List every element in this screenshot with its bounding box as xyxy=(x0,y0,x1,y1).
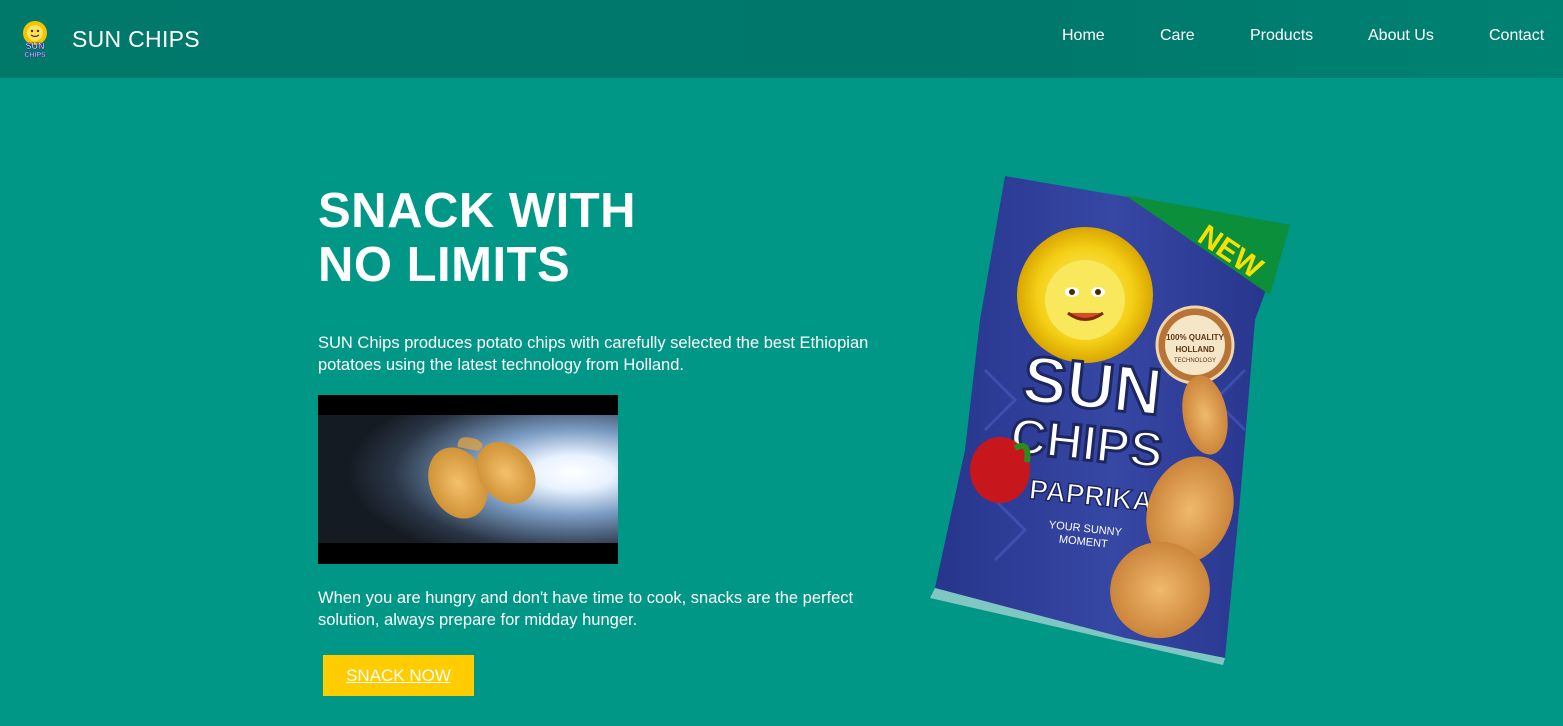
nav-products[interactable]: Products xyxy=(1250,27,1313,45)
brand[interactable]: SUN CHIPS SUN CHIPS xyxy=(14,18,200,60)
snack-now-button[interactable]: SNACK NOW xyxy=(323,655,474,696)
nav-about-us[interactable]: About Us xyxy=(1368,27,1434,45)
seal-line-2: HOLLAND xyxy=(1175,345,1214,354)
logo-text-top: SUN xyxy=(25,41,44,51)
nav-care[interactable]: Care xyxy=(1160,27,1195,45)
product-bag-image: NEW 100% QUALITY HOLLAND TECHNOLOGY SUN … xyxy=(925,170,1305,665)
navbar: SUN CHIPS SUN CHIPS Home Care Products A… xyxy=(0,0,1563,78)
seal-line-3: TECHNOLOGY xyxy=(1174,358,1216,364)
hero-title-line-1: SNACK WITH xyxy=(318,184,637,238)
sun-chips-logo: SUN CHIPS xyxy=(23,21,47,59)
nav-home[interactable]: Home xyxy=(1062,27,1105,45)
promo-video[interactable] xyxy=(318,395,618,564)
hero-title: SNACK WITH NO LIMITS xyxy=(318,184,838,292)
brand-name[interactable]: SUN CHIPS xyxy=(72,26,200,53)
logo-text-bottom: CHIPS xyxy=(24,52,46,59)
hero-note: When you are hungry and don't have time … xyxy=(318,589,854,629)
nav-contact[interactable]: Contact xyxy=(1489,27,1544,45)
seal-line-1: 100% QUALITY xyxy=(1166,333,1224,342)
chip-bag-illustration: NEW 100% QUALITY HOLLAND TECHNOLOGY SUN … xyxy=(930,176,1290,665)
hero-description: SUN Chips produces potato chips with car… xyxy=(318,334,869,374)
hero-title-line-2: NO LIMITS xyxy=(318,238,571,292)
video-frame xyxy=(318,415,618,543)
